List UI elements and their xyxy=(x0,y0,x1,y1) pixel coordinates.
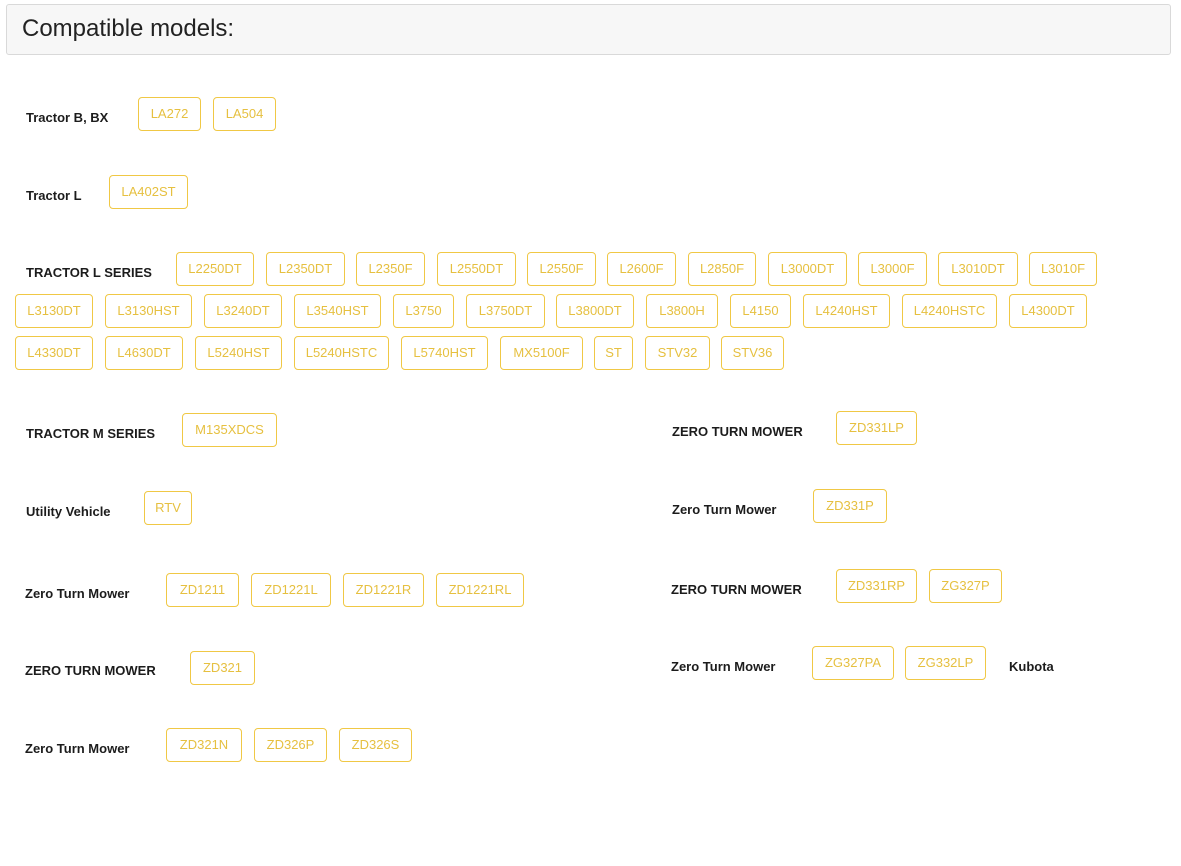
model-tag[interactable]: L3130DT xyxy=(15,294,93,328)
model-tag[interactable]: ZD326P xyxy=(254,728,327,762)
category-label: Tractor B, BX xyxy=(26,110,109,125)
model-tag[interactable]: L3010F xyxy=(1029,252,1097,286)
model-tag[interactable]: L3800H xyxy=(646,294,718,328)
category-label: Zero Turn Mower xyxy=(671,659,776,674)
category-label: Zero Turn Mower xyxy=(25,586,130,601)
compatible-models-header: Compatible models: xyxy=(6,4,1171,55)
model-tag[interactable]: L2600F xyxy=(607,252,676,286)
model-tag[interactable]: ZD1211 xyxy=(166,573,239,607)
category-label: ZERO TURN MOWER xyxy=(671,582,802,597)
model-tag[interactable]: L2250DT xyxy=(176,252,254,286)
model-tag[interactable]: L3000DT xyxy=(768,252,847,286)
model-tag[interactable]: L2350F xyxy=(356,252,425,286)
model-tag[interactable]: L5240HST xyxy=(195,336,282,370)
model-tag[interactable]: L2550F xyxy=(527,252,596,286)
model-tag[interactable]: LA272 xyxy=(138,97,201,131)
model-tag[interactable]: L2550DT xyxy=(437,252,516,286)
model-tag[interactable]: LA402ST xyxy=(109,175,188,209)
model-tag[interactable]: L4630DT xyxy=(105,336,183,370)
model-tag[interactable]: ZD331P xyxy=(813,489,887,523)
model-tag[interactable]: ZD331LP xyxy=(836,411,917,445)
model-tag[interactable]: L4240HSTC xyxy=(902,294,997,328)
model-tag[interactable]: L3010DT xyxy=(938,252,1018,286)
model-tag[interactable]: ZD1221RL xyxy=(436,573,524,607)
model-tag[interactable]: RTV xyxy=(144,491,192,525)
category-label: TRACTOR L SERIES xyxy=(26,265,152,280)
model-tag[interactable]: MX5100F xyxy=(500,336,583,370)
model-tag[interactable]: L2850F xyxy=(688,252,756,286)
model-tag[interactable]: ZG327P xyxy=(929,569,1002,603)
model-tag[interactable]: L5740HST xyxy=(401,336,488,370)
model-tag[interactable]: ST xyxy=(594,336,633,370)
model-tag[interactable]: LA504 xyxy=(213,97,276,131)
model-tag[interactable]: L4330DT xyxy=(15,336,93,370)
model-tag[interactable]: L4300DT xyxy=(1009,294,1087,328)
model-tag[interactable]: L3130HST xyxy=(105,294,192,328)
model-tag[interactable]: ZD326S xyxy=(339,728,412,762)
model-tag[interactable]: L3540HST xyxy=(294,294,381,328)
category-label: Tractor L xyxy=(26,188,82,203)
model-tag[interactable]: L3000F xyxy=(858,252,927,286)
model-tag[interactable]: ZD321 xyxy=(190,651,255,685)
model-tag[interactable]: ZD331RP xyxy=(836,569,917,603)
model-tag[interactable]: L5240HSTC xyxy=(294,336,389,370)
model-tag[interactable]: ZD1221L xyxy=(251,573,331,607)
model-tag[interactable]: L3800DT xyxy=(556,294,634,328)
model-tag[interactable]: ZG327PA xyxy=(812,646,894,680)
model-tag[interactable]: L3240DT xyxy=(204,294,282,328)
model-tag[interactable]: L4240HST xyxy=(803,294,890,328)
model-tag[interactable]: L2350DT xyxy=(266,252,345,286)
category-label: Zero Turn Mower xyxy=(672,502,777,517)
model-tag[interactable]: L3750 xyxy=(393,294,454,328)
model-tag[interactable]: STV32 xyxy=(645,336,710,370)
model-tag[interactable]: M135XDCS xyxy=(182,413,277,447)
category-label: ZERO TURN MOWER xyxy=(25,663,156,678)
model-tag[interactable]: L4150 xyxy=(730,294,791,328)
model-tag[interactable]: ZD321N xyxy=(166,728,242,762)
category-label: Utility Vehicle xyxy=(26,504,111,519)
page-title: Compatible models: xyxy=(22,15,235,42)
brand-label: Kubota xyxy=(1009,659,1054,674)
category-label: TRACTOR M SERIES xyxy=(26,426,156,441)
model-tag[interactable]: ZD1221R xyxy=(343,573,424,607)
model-tag[interactable]: L3750DT xyxy=(466,294,545,328)
category-label: Zero Turn Mower xyxy=(25,741,130,756)
model-tag[interactable]: STV36 xyxy=(721,336,784,370)
category-label: ZERO TURN MOWER xyxy=(672,424,803,439)
model-tag[interactable]: ZG332LP xyxy=(905,646,986,680)
